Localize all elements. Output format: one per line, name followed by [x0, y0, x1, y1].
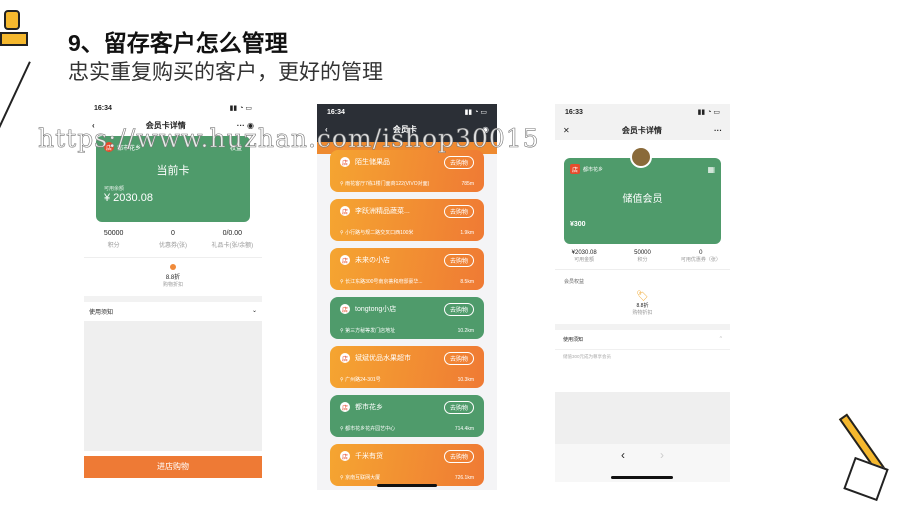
home-indicator [377, 484, 437, 487]
store-name: 未来の小店 [355, 257, 390, 264]
qr-code-icon[interactable]: ▦ [707, 165, 715, 174]
status-time: 16:34 [94, 104, 112, 112]
stat-points[interactable]: 50000 积分 [613, 250, 671, 263]
brand-name: 都市花乡 [583, 166, 604, 173]
store-name: 李跃洲精品蔬菜... [355, 208, 410, 215]
balance-value: ¥ 2030.08 [104, 192, 153, 204]
card-amount: ¥300 [570, 221, 586, 228]
stats-row: 50000 积分 0 优惠券(张) 0/0.00 礼品卡(张/余额) [84, 230, 262, 249]
store-logo-icon: 店 [340, 353, 350, 363]
store-distance: 10.2km [457, 328, 474, 334]
store-card[interactable]: 店未来の小店 去购物 ⚲ 长江东路300号南京荟和府邸豪华... 8.5km [330, 248, 484, 290]
discount-benefit: 8.8折 购物折扣 [84, 257, 262, 288]
stat-balance[interactable]: ¥2030.08 可用金额 [555, 250, 613, 263]
card-name: 当前卡 [156, 165, 190, 177]
discount-benefit: 🏷 8.8折 购物折扣 [555, 291, 730, 316]
store-name: 斌斌优品水果超市 [355, 355, 411, 362]
store-logo-icon: 店 [340, 402, 350, 412]
store-distance: 714.4km [454, 426, 474, 432]
phone-store-list: 16:34 ▮▮ ◔ ▭ ‹ 会员卡 ◉ 店陌生储果品 去购物 ⚲ 雨花客厅7栋1楼门… [317, 104, 497, 490]
store-address: ⚲ 广州路24-301号 [340, 377, 381, 383]
store-list: 店陌生储果品 去购物 ⚲ 雨花客厅7栋1楼门面商122(VIVO对面) 785m… [317, 150, 497, 486]
go-shopping-button[interactable]: 去购物 [443, 254, 474, 267]
watermark: https://www.huzhan.com/ishop30015 [38, 124, 540, 154]
shop-button[interactable]: 进店购物 [84, 456, 262, 478]
discount-label: 购物折扣 [632, 310, 653, 316]
avatar [630, 146, 652, 168]
store-address: ⚲ 第三方秘等发门店地址 [340, 328, 396, 334]
notice-row[interactable]: 使用须知 ⌄ [84, 302, 262, 321]
card-name: 储值会员 [622, 194, 663, 205]
store-name: 千米有货 [355, 453, 383, 460]
close-icon[interactable]: ✕ [563, 126, 570, 135]
store-logo-icon: 店 [340, 451, 350, 461]
store-distance: 785m [461, 181, 474, 187]
decor-line [0, 61, 31, 135]
status-icons: ▮▮ ◔ ▭ [697, 109, 720, 116]
discount-value: 8.8折 [636, 303, 649, 309]
store-card[interactable]: 店 tongtong小店 去购物 ⚲ 第三方秘等发门店地址 10.2km [330, 297, 484, 339]
store-name: tongtong小店 [355, 306, 397, 313]
go-shopping-button[interactable]: 去购物 [443, 401, 474, 414]
benefits-heading: 会员权益 [555, 269, 730, 285]
store-logo-icon: 店 [340, 206, 350, 216]
notice-row[interactable]: 使用须知 ^ [555, 330, 730, 350]
stat-giftcards[interactable]: 0/0.00 礼品卡(张/余额) [203, 230, 262, 249]
chevron-down-icon: ⌄ [251, 308, 257, 314]
notice-text: 储值300元成为尊享会员 [563, 354, 612, 359]
go-shopping-button[interactable]: 去购物 [443, 450, 474, 463]
go-shopping-button[interactable]: 去购物 [443, 352, 474, 365]
stat-coupons[interactable]: 0 可用优惠券（张） [672, 250, 730, 263]
store-logo-icon: 店 [340, 304, 350, 314]
tag-icon: 🏷 [636, 291, 649, 302]
phone-member-card: 16:34 ▮▮ ◔ ▭ ‹ 会员卡详情 ··· ◉ 店都市花乡 权益 当前卡 可用余额… [84, 100, 262, 478]
phone-stored-value-card: 16:33 ▮▮ ◔ ▭ ✕ 会员卡详情 ··· 店都市花乡 ▦ 储值会员 ¥300 ¥… [555, 104, 730, 482]
store-distance: 1.9km [460, 230, 474, 236]
store-card[interactable]: 店李跃洲精品蔬菜... 去购物 ⚲ 小行路与规二路交叉口西100米 1.9km [330, 199, 484, 241]
store-address: ⚲ 长江东路300号南京荟和府邸豪华... [340, 279, 423, 285]
store-address: ⚲ 小行路与规二路交叉口西100米 [340, 230, 414, 236]
status-time: 16:34 [327, 108, 345, 116]
store-address: ⚲ 雨花客厅7栋1楼门面商122(VIVO对面) [340, 181, 430, 187]
store-card[interactable]: 店千米有货 去购物 ⚲ 京南互联网大厦 726.1km [330, 444, 484, 486]
stat-coupons[interactable]: 0 优惠券(张) [143, 230, 202, 249]
status-time: 16:33 [565, 108, 583, 116]
store-distance: 726.1km [454, 475, 474, 481]
discount-label: 购物折扣 [162, 282, 183, 288]
go-shopping-button[interactable]: 去购物 [443, 303, 474, 316]
store-logo-icon: 店 [570, 164, 580, 174]
store-logo-icon: 店 [340, 255, 350, 265]
more-icon[interactable]: ··· [714, 126, 722, 135]
stats-row: ¥2030.08 可用金额 50000 积分 0 可用优惠券（张） [555, 250, 730, 263]
store-address: ⚲ 都市花乡花卉园艺中心 [340, 426, 396, 432]
discount-value: 8.8折 [165, 275, 181, 281]
status-icons: ▮▮ ◔ ▭ [229, 105, 252, 112]
store-card[interactable]: 店都市花乡 去购物 ⚲ 都市花乡花卉园艺中心 714.4km [330, 395, 484, 437]
store-name: 都市花乡 [355, 404, 383, 411]
hand-stamp-illustration [0, 10, 30, 60]
store-logo-icon: 店 [340, 157, 350, 167]
status-icons: ▮▮ ◔ ▭ [464, 109, 487, 116]
go-shopping-button[interactable]: 去购物 [443, 156, 474, 169]
store-card[interactable]: 店陌生储果品 去购物 ⚲ 雨花客厅7栋1楼门面商122(VIVO对面) 785m [330, 150, 484, 192]
slide-title: 9、留存客户怎么管理 [68, 30, 288, 56]
balance-label: 可用余额 [104, 186, 125, 192]
store-address: ⚲ 京南互联网大厦 [340, 475, 381, 481]
store-card[interactable]: 店斌斌优品水果超市 去购物 ⚲ 广州路24-301号 10.3km [330, 346, 484, 388]
chevron-up-icon: ^ [719, 336, 722, 342]
member-card[interactable]: 店都市花乡 ▦ 储值会员 ¥300 [564, 158, 721, 244]
slide-subtitle: 忠实重复购买的客户，更好的管理 [68, 61, 383, 84]
store-distance: 8.5km [460, 279, 474, 285]
home-indicator [611, 476, 673, 479]
nav-title: 会员卡详情 [621, 125, 662, 135]
go-shopping-button[interactable]: 去购物 [443, 205, 474, 218]
stat-points[interactable]: 50000 积分 [84, 230, 143, 249]
store-name: 陌生储果品 [355, 159, 390, 166]
store-distance: 10.3km [457, 377, 474, 383]
discount-icon [170, 264, 176, 270]
